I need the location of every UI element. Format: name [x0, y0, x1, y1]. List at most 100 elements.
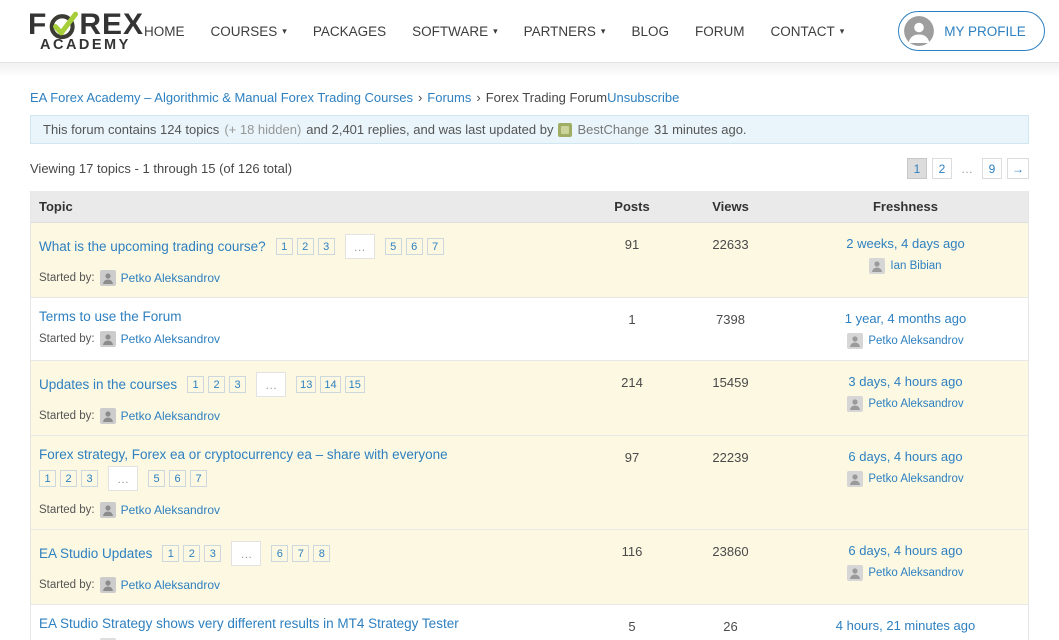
breadcrumb-forums-link[interactable]: Forums [427, 90, 471, 105]
topic-page-link[interactable]: 1 [187, 376, 204, 393]
starter-link[interactable]: Petko Aleksandrov [121, 271, 220, 285]
viewing-summary: Viewing 17 topics - 1 through 15 (of 126… [30, 161, 292, 176]
last-poster-link[interactable]: Petko Aleksandrov [868, 398, 963, 410]
nav-item-packages[interactable]: PACKAGES [313, 24, 386, 39]
last-updater-link[interactable]: BestChange [577, 122, 649, 137]
top-navigation-bar: F REX ACADEMY HOME COURSES ▾ PACKAGES S [0, 0, 1059, 62]
started-by-label: Started by: [39, 333, 95, 345]
topic-page-link[interactable]: 14 [320, 376, 340, 393]
views-count: 26 [678, 605, 783, 640]
nav-item-courses[interactable]: COURSES ▾ [211, 24, 287, 39]
nav-item-home[interactable]: HOME [144, 24, 185, 39]
table-row: Forex strategy, Forex ea or cryptocurren… [31, 436, 1028, 530]
last-poster-link[interactable]: Petko Aleksandrov [868, 567, 963, 579]
topic-page-link[interactable]: 8 [313, 545, 330, 562]
last-poster-link[interactable]: Petko Aleksandrov [868, 473, 963, 485]
topic-page-link[interactable]: 1 [162, 545, 179, 562]
freshness-link[interactable]: 6 days, 4 hours ago [791, 447, 1020, 464]
starter-link[interactable]: Petko Aleksandrov [121, 578, 220, 592]
topic-page-ellipsis[interactable]: … [108, 466, 138, 491]
topic-page-link[interactable]: 7 [190, 470, 207, 487]
starter-link[interactable]: Petko Aleksandrov [121, 409, 220, 423]
freshness-cell: 2 weeks, 4 days ago Ian Bibian [783, 223, 1028, 297]
breadcrumb-site-link[interactable]: EA Forex Academy – Algorithmic & Manual … [30, 90, 413, 105]
forex-academy-logo[interactable]: F REX ACADEMY [28, 10, 144, 53]
topic-page-link[interactable]: 3 [81, 470, 98, 487]
nav-item-software[interactable]: SOFTWARE ▾ [412, 24, 498, 39]
unsubscribe-link[interactable]: Unsubscribe [607, 90, 679, 105]
chevron-down-icon: ▾ [601, 27, 606, 36]
page-button-9[interactable]: 9 [982, 158, 1002, 179]
freshness-link[interactable]: 3 days, 4 hours ago [791, 372, 1020, 389]
posts-count: 116 [586, 530, 678, 604]
user-avatar-icon [100, 577, 116, 593]
page-button-1[interactable]: 1 [907, 158, 927, 179]
topic-page-link[interactable]: 15 [345, 376, 365, 393]
user-avatar-icon [847, 471, 863, 487]
topic-page-link[interactable]: 6 [169, 470, 186, 487]
bestchange-avatar-icon [558, 123, 572, 137]
page-button-2[interactable]: 2 [932, 158, 952, 179]
chevron-down-icon: ▾ [282, 27, 287, 36]
freshness-link[interactable]: 6 days, 4 hours ago [791, 541, 1020, 558]
next-page-button[interactable]: → [1007, 158, 1029, 179]
topic-page-ellipsis[interactable]: … [256, 372, 286, 397]
topic-page-link[interactable]: 2 [297, 238, 314, 255]
table-header-row: Topic Posts Views Freshness [31, 191, 1028, 223]
topic-link[interactable]: EA Studio Updates [39, 546, 152, 561]
nav-item-forum[interactable]: FORUM [695, 24, 745, 39]
logo-checkmark-icon [48, 10, 78, 40]
nav-label: BLOG [631, 24, 669, 39]
page-content: EA Forex Academy – Algorithmic & Manual … [0, 78, 1059, 640]
user-avatar-icon [847, 565, 863, 581]
topic-link[interactable]: Updates in the courses [39, 377, 177, 392]
info-text-1: This forum contains 124 topics [43, 122, 219, 137]
views-count: 15459 [678, 361, 783, 435]
nav-item-contact[interactable]: CONTACT ▾ [770, 24, 844, 39]
topic-page-link[interactable]: 1 [39, 470, 56, 487]
topic-link[interactable]: EA Studio Strategy shows very different … [39, 616, 459, 631]
forum-info-bar: This forum contains 124 topics (+ 18 hid… [30, 115, 1029, 144]
table-row: EA Studio Strategy shows very different … [31, 605, 1028, 640]
logo-text-pre: F [28, 10, 47, 40]
user-avatar-icon [100, 331, 116, 347]
topic-page-link[interactable]: 2 [183, 545, 200, 562]
topic-page-link[interactable]: 3 [318, 238, 335, 255]
nav-label: HOME [144, 24, 185, 39]
breadcrumb-separator: › [476, 90, 480, 105]
user-avatar-icon [100, 502, 116, 518]
topic-page-link[interactable]: 3 [204, 545, 221, 562]
topic-page-link[interactable]: 2 [60, 470, 77, 487]
topic-page-link[interactable]: 6 [271, 545, 288, 562]
nav-label: COURSES [211, 24, 278, 39]
last-poster-link[interactable]: Ian Bibian [890, 260, 941, 272]
starter-link[interactable]: Petko Aleksandrov [121, 503, 220, 517]
topic-link[interactable]: Forex strategy, Forex ea or cryptocurren… [39, 447, 448, 462]
topic-page-ellipsis[interactable]: … [231, 541, 261, 566]
chevron-down-icon: ▾ [493, 27, 498, 36]
topic-page-link[interactable]: 2 [208, 376, 225, 393]
last-poster-link[interactable]: Petko Aleksandrov [868, 335, 963, 347]
topic-page-link[interactable]: 1 [276, 238, 293, 255]
topic-page-ellipsis[interactable]: … [345, 234, 375, 259]
freshness-link[interactable]: 1 year, 4 months ago [791, 309, 1020, 326]
topic-link[interactable]: Terms to use the Forum [39, 309, 182, 324]
topic-link[interactable]: What is the upcoming trading course? [39, 239, 266, 254]
topic-page-link[interactable]: 7 [292, 545, 309, 562]
nav-item-blog[interactable]: BLOG [631, 24, 669, 39]
started-by-label: Started by: [39, 410, 95, 422]
topic-page-link[interactable]: 6 [406, 238, 423, 255]
posts-count: 91 [586, 223, 678, 297]
topic-page-link[interactable]: 5 [148, 470, 165, 487]
topic-page-link[interactable]: 5 [385, 238, 402, 255]
freshness-link[interactable]: 2 weeks, 4 days ago [791, 234, 1020, 251]
freshness-link[interactable]: 4 hours, 21 minutes ago [791, 616, 1020, 633]
topic-page-link[interactable]: 13 [296, 376, 316, 393]
topic-page-link[interactable]: 3 [229, 376, 246, 393]
freshness-cell: 6 days, 4 hours ago Petko Aleksandrov [783, 436, 1028, 529]
nav-item-partners[interactable]: PARTNERS ▾ [524, 24, 606, 39]
topic-page-link[interactable]: 7 [427, 238, 444, 255]
started-by-label: Started by: [39, 579, 95, 591]
my-profile-button[interactable]: MY PROFILE [898, 11, 1045, 51]
starter-link[interactable]: Petko Aleksandrov [121, 332, 220, 346]
